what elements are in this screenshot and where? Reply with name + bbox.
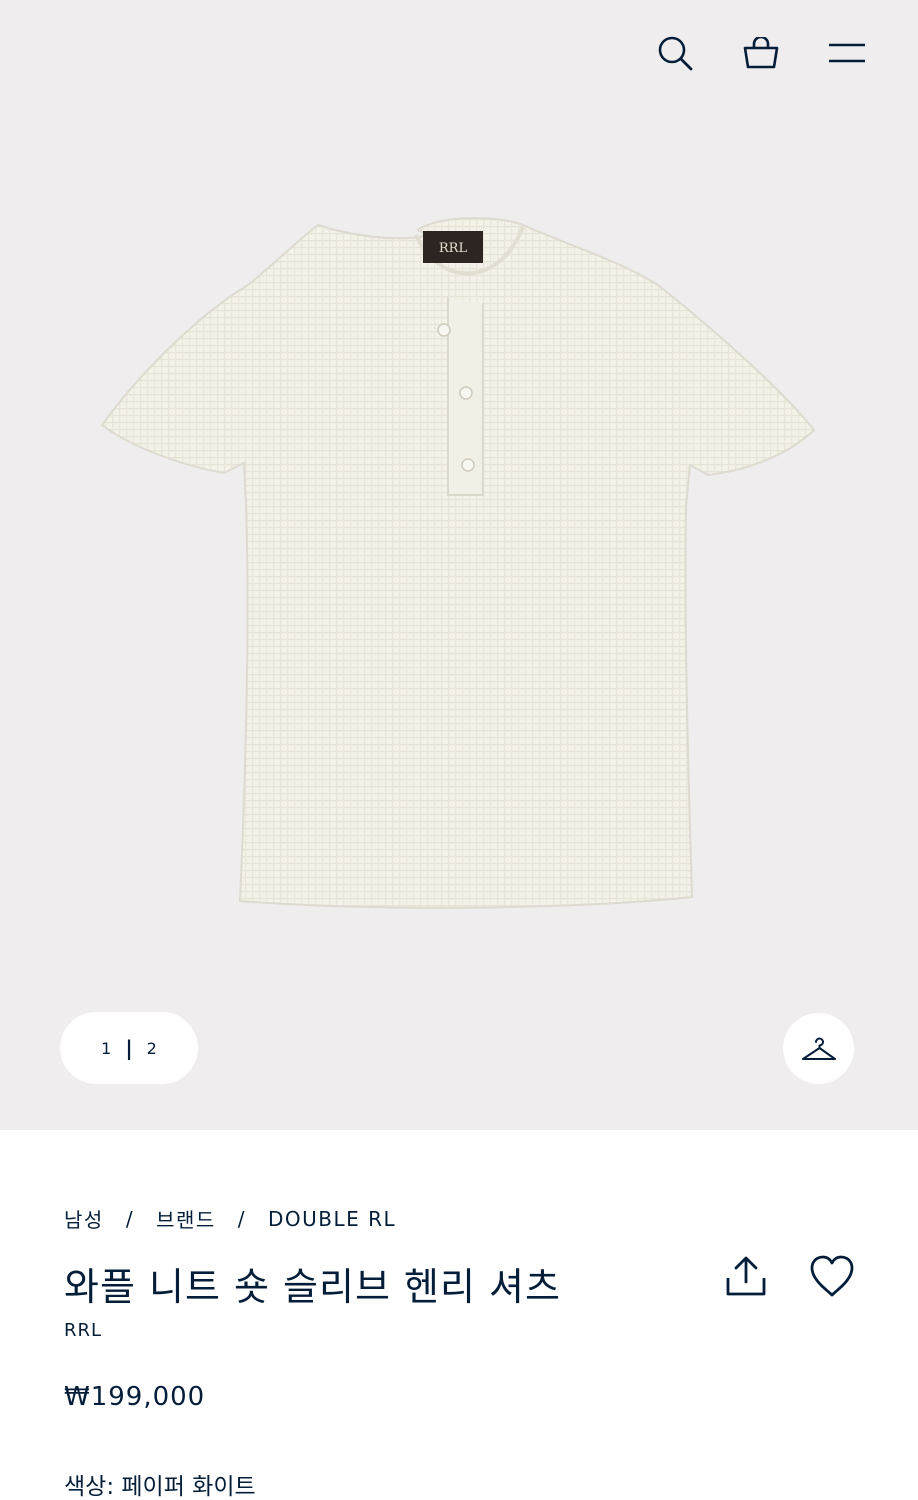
heart-icon[interactable] xyxy=(808,1252,856,1300)
color-value: 페이퍼 화이트 xyxy=(121,1474,256,1500)
product-actions xyxy=(722,1252,856,1300)
pager-separator: | xyxy=(125,1036,133,1060)
product-price: ₩199,000 xyxy=(64,1382,206,1412)
breadcrumb-item-brand[interactable]: 브랜드 xyxy=(156,1204,216,1233)
product-info: 남성 / 브랜드 / DOUBLE RL 와플 니트 숏 슬리브 헨리 셔츠 R… xyxy=(0,1130,918,1500)
breadcrumb-separator: / xyxy=(237,1206,247,1231)
color-label: 색상: xyxy=(64,1474,115,1500)
shopping-bag-icon[interactable] xyxy=(742,30,780,76)
breadcrumb: 남성 / 브랜드 / DOUBLE RL xyxy=(64,1204,396,1233)
breadcrumb-item-double-rl[interactable]: DOUBLE RL xyxy=(268,1207,396,1231)
product-gallery: RRL 1 | 2 xyxy=(0,0,918,1130)
hamburger-menu-icon[interactable] xyxy=(828,30,866,76)
color-selection: 색상: 페이퍼 화이트 xyxy=(64,1467,256,1500)
pager-current: 1 xyxy=(101,1038,112,1058)
breadcrumb-item-men[interactable]: 남성 xyxy=(64,1204,104,1233)
product-title: 와플 니트 숏 슬리브 헨리 셔츠 xyxy=(64,1265,561,1309)
search-icon[interactable] xyxy=(656,30,694,76)
image-pager[interactable]: 1 | 2 xyxy=(60,1012,198,1084)
top-navigation xyxy=(656,30,866,76)
hanger-icon[interactable] xyxy=(783,1013,854,1084)
breadcrumb-separator: / xyxy=(125,1206,135,1231)
pager-total: 2 xyxy=(146,1038,157,1058)
product-image[interactable]: RRL xyxy=(98,205,820,917)
product-brand[interactable]: RRL xyxy=(64,1320,102,1341)
brand-label-text: RRL xyxy=(439,241,468,256)
share-icon[interactable] xyxy=(722,1252,770,1300)
